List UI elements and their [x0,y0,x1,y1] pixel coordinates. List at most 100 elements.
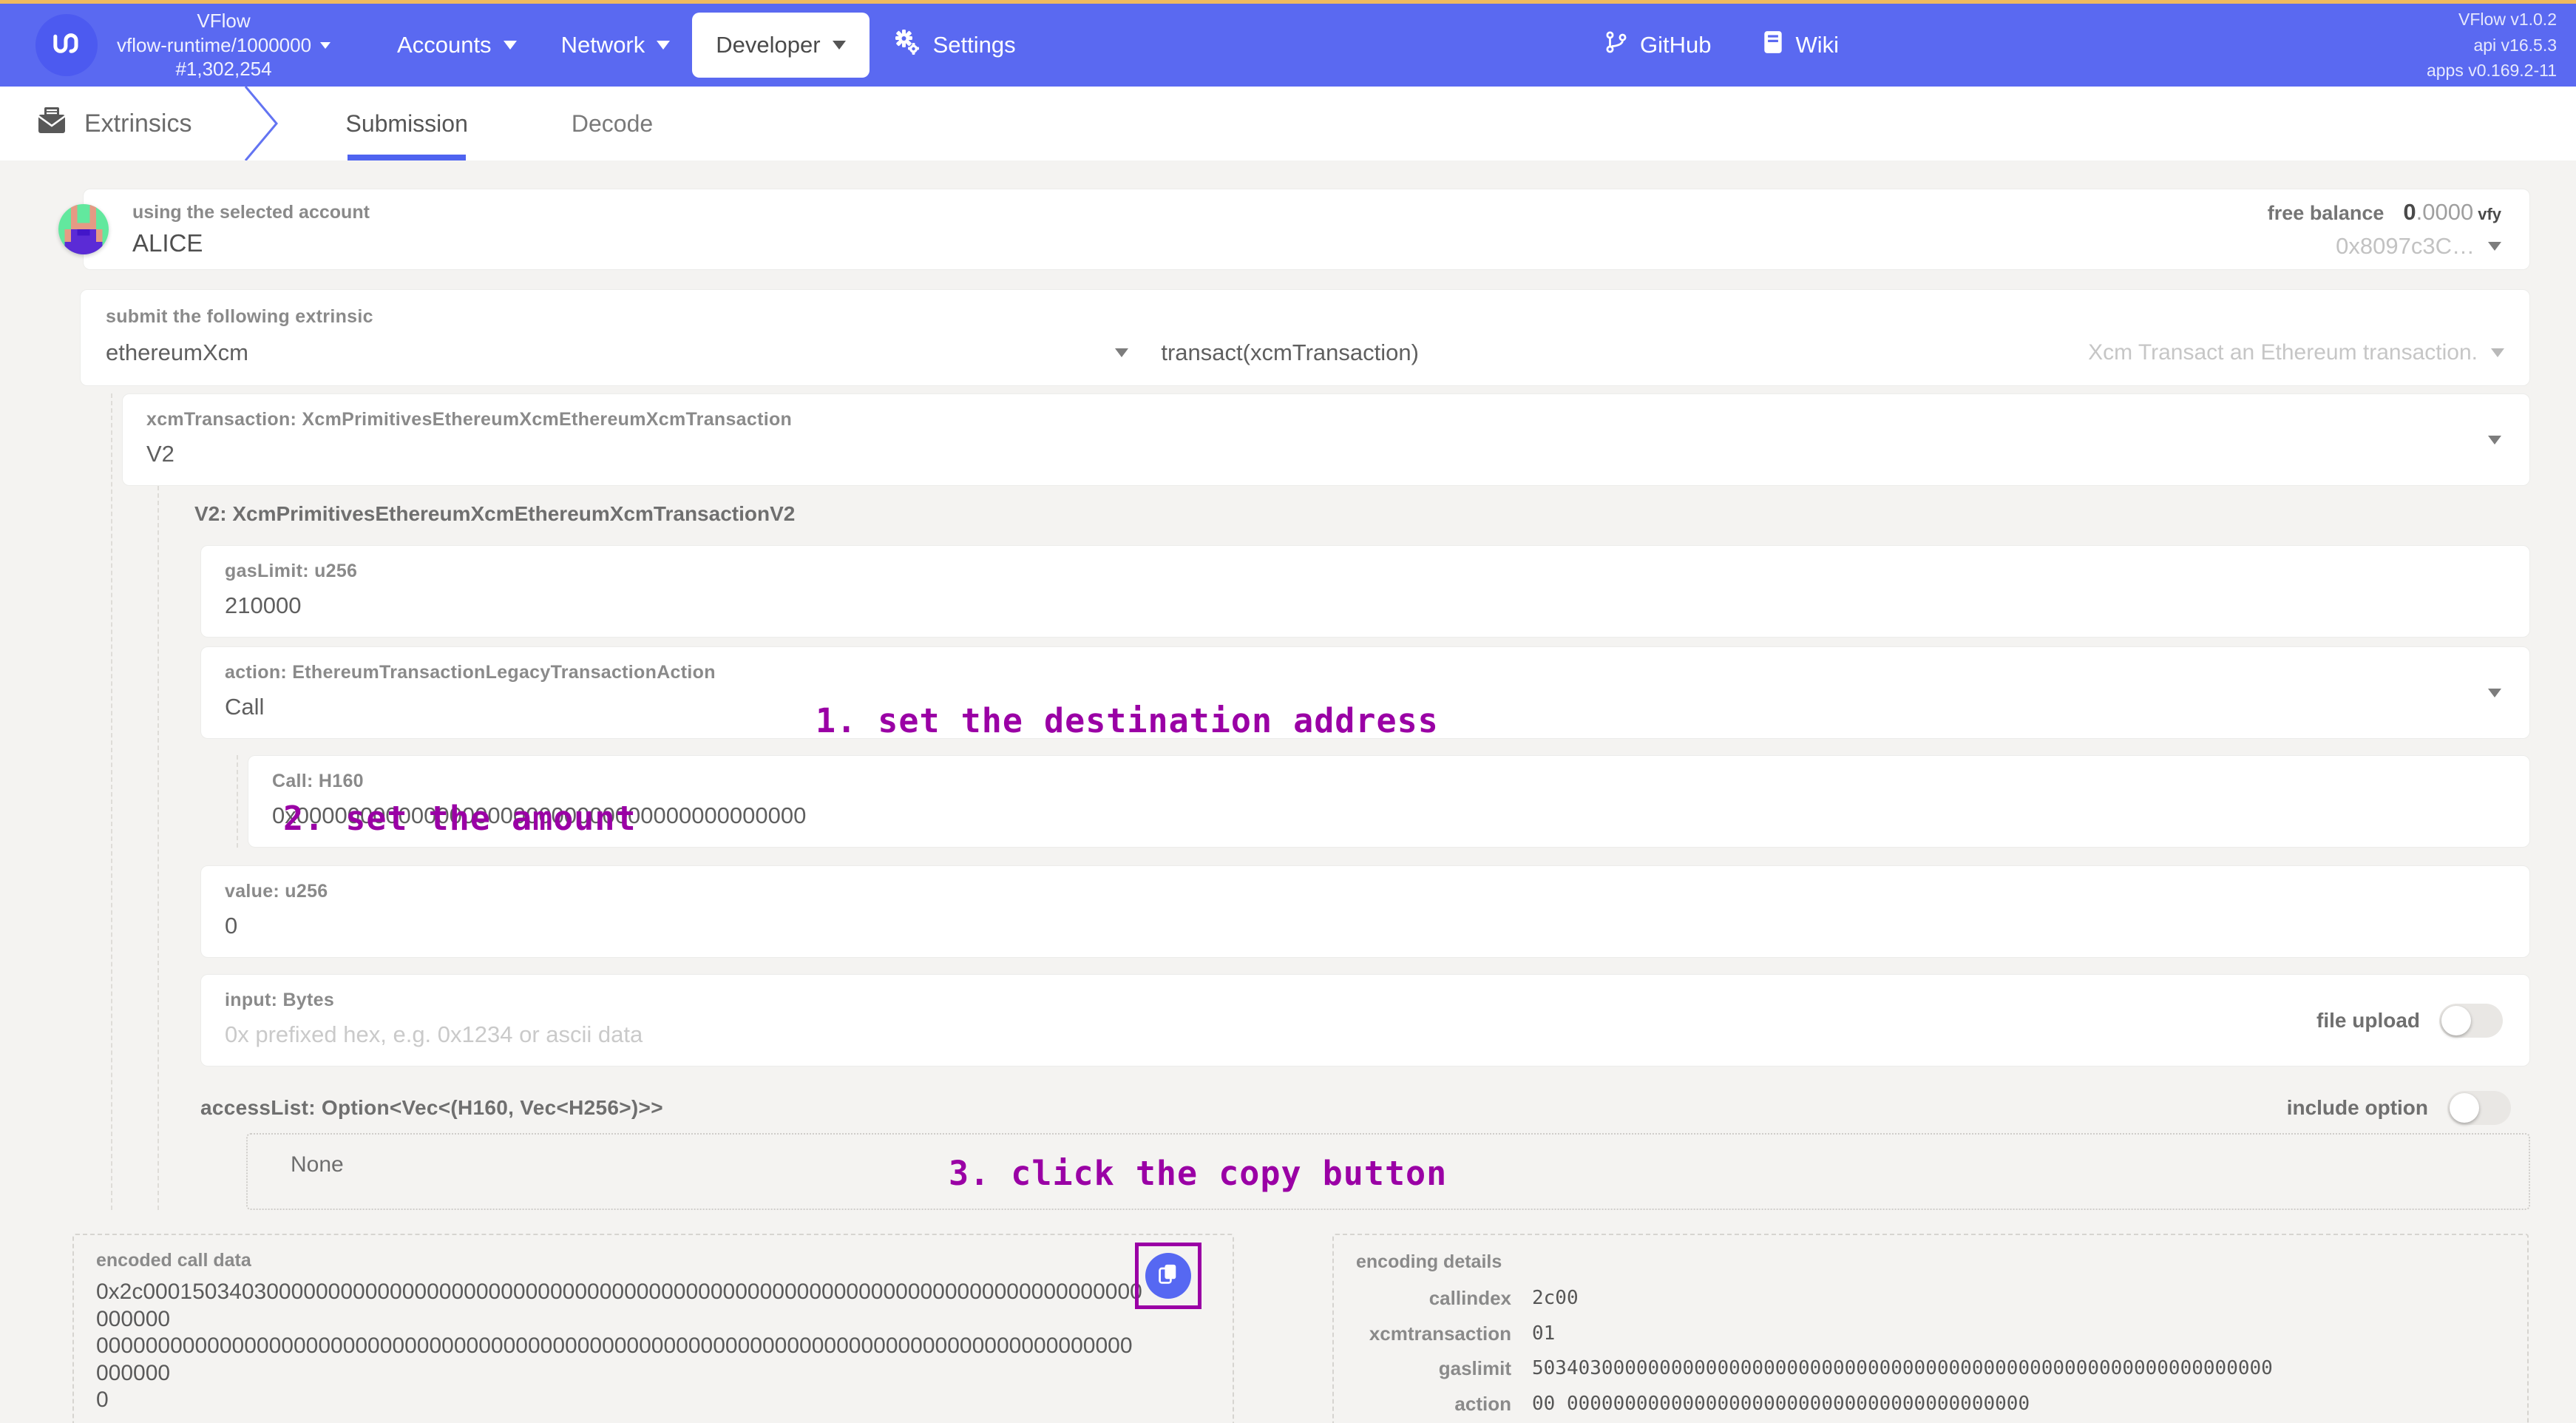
encoding-details-rows: callindex 2c00 xcmtransaction 01 gaslimi… [1356,1286,2505,1423]
main-nav: Accounts Network Developer [375,13,1038,78]
gas-limit-field[interactable]: gasLimit: u256 210000 [200,545,2530,638]
nav-network[interactable]: Network [539,17,693,73]
v2-section-header: V2: XcmPrimitivesEthereumXcmEthereumXcmT… [194,502,2530,526]
runtime-version: vflow-runtime/1000000 [117,33,311,58]
tab-decode-label: Decode [572,110,653,138]
encoding-details-title: encoding details [1356,1251,2505,1273]
section-title: Extrinsics [35,87,191,160]
nav-accounts-label: Accounts [397,32,492,58]
annotation-step3: 3. click the copy button [949,1154,1447,1193]
account-balance-block: free balance 0.0000vfy 0x8097c3C… [2268,199,2501,260]
call-hint: Xcm Transact an Ethereum transaction. [2088,340,2504,365]
account-info: using the selected account ALICE [132,202,370,257]
encoding-row-gaslimit: gaslimit 5034030000000000000000000000000… [1356,1356,2505,1381]
encoding-row-action: action 00 000000000000000000000000000000… [1356,1392,2505,1416]
account-name: ALICE [132,229,370,257]
book-icon [1763,30,1783,61]
chevron-down-icon [2488,689,2501,697]
value-value: 0 [225,913,2506,939]
row-label: gaslimit [1356,1356,1511,1381]
free-balance-value: 0.0000vfy [2403,199,2501,226]
account-address-dropdown[interactable]: 0x8097c3C… [2336,233,2501,260]
row-value: 01 [1532,1322,1555,1346]
encoded-call-data-line2: 0000000000000000000000000000000000000000… [96,1333,1144,1387]
input-bytes-field[interactable]: input: Bytes 0x prefixed hex, e.g. 0x123… [200,974,2530,1067]
xcm-transaction-label: xcmTransaction: XcmPrimitivesEthereumXcm… [146,409,2506,430]
submit-extrinsic-label: submit the following extrinsic [106,306,2504,328]
external-links: GitHub Wiki [1604,4,1839,87]
nav-settings-label: Settings [933,32,1016,58]
annotation-step1: 1. set the destination address [816,701,1439,740]
call-value: transact(xcmTransaction) [1161,339,1419,366]
xcm-transaction-select-card[interactable]: xcmTransaction: XcmPrimitivesEthereumXcm… [122,393,2530,486]
encoded-call-data-line3: 0 [96,1387,1144,1414]
extrinsics-envelope-icon [35,105,68,143]
toggle-knob [2441,1006,2471,1035]
api-version: api v16.5.3 [2473,33,2557,58]
wiki-link[interactable]: Wiki [1763,30,1839,61]
row-label: action [1356,1392,1511,1416]
chevron-down-icon [320,42,331,49]
account-address: 0x8097c3C… [2336,233,2475,260]
encoding-details-box: encoding details callindex 2c00 xcmtrans… [1332,1234,2529,1423]
nav-developer[interactable]: Developer [692,13,869,78]
section-title-label: Extrinsics [84,109,191,138]
encoded-call-data-box: encoded call data 0x2c000150340300000000… [72,1234,1234,1423]
input-bytes-label: input: Bytes [225,990,2506,1011]
chevron-down-icon [833,41,846,50]
chevron-down-icon [504,41,517,50]
chevron-down-icon [2488,436,2501,445]
tab-submission-label: Submission [345,110,467,138]
chain-info[interactable]: VFlow vflow-runtime/1000000 #1,302,254 [117,9,331,81]
gears-icon [892,28,921,62]
tab-bar: Extrinsics Submission Decode [0,87,2576,160]
copy-icon [1158,1263,1179,1290]
chevron-down-icon [2488,242,2501,251]
pallet-value: ethereumXcm [106,339,248,366]
chevron-down-icon [1115,348,1128,357]
include-option-label: include option [2287,1096,2428,1120]
chevron-separator-icon [243,87,279,160]
encoded-call-data-line1: 0x2c000150340300000000000000000000000000… [96,1279,1144,1333]
call-hint-text: Xcm Transact an Ethereum transaction. [2088,340,2478,365]
input-bytes-placeholder: 0x prefixed hex, e.g. 0x1234 or ascii da… [225,1021,2506,1048]
copy-call-data-button[interactable] [1145,1253,1191,1299]
row-value: 00 0000000000000000000000000000000000000… [1532,1392,2030,1416]
pallet-select[interactable]: ethereumXcm [106,339,1161,366]
chevron-down-icon [657,41,670,50]
row-label: callindex [1356,1286,1511,1311]
row-value: 2c00 [1532,1286,1579,1311]
app-logo[interactable] [35,14,98,76]
account-avatar[interactable] [58,204,109,254]
nav-network-label: Network [561,32,645,58]
free-balance-label: free balance [2268,202,2385,225]
nav-accounts[interactable]: Accounts [375,17,539,73]
github-link[interactable]: GitHub [1604,30,1711,61]
account-label: using the selected account [132,202,370,223]
file-upload-toggle[interactable] [2439,1004,2503,1038]
copy-button-highlight [1135,1243,1201,1309]
file-upload-label: file upload [2316,1009,2420,1032]
nav-developer-label: Developer [716,32,820,58]
xcm-transaction-value: V2 [146,441,2506,467]
encoding-row-callindex: callindex 2c00 [1356,1286,2505,1311]
chain-name: VFlow [197,9,250,33]
call-select[interactable]: transact(xcmTransaction) Xcm Transact an… [1161,339,2504,366]
tab-decode[interactable]: Decode [572,87,653,160]
encoded-left-column: encoded call data 0x2c000150340300000000… [72,1234,1234,1423]
app-header: VFlow vflow-runtime/1000000 #1,302,254 A… [0,4,2576,87]
apps-version: apps v0.169.2-11 [2427,58,2557,84]
app-version: VFlow v1.0.2 [2458,7,2557,33]
include-option-toggle[interactable] [2447,1091,2511,1125]
value-field[interactable]: value: u256 0 [200,865,2530,958]
extrinsic-select-card: submit the following extrinsic ethereumX… [80,289,2530,386]
tab-submission[interactable]: Submission [345,87,467,160]
git-branch-icon [1604,30,1628,61]
block-number: #1,302,254 [175,57,271,81]
nav-settings[interactable]: Settings [870,13,1038,77]
row-label: xcmtransaction [1356,1322,1511,1346]
encoded-zone: encoded call data 0x2c000150340300000000… [72,1234,2530,1423]
action-label: action: EthereumTransactionLegacyTransac… [225,662,2506,683]
access-list-label: accessList: Option<Vec<(H160, Vec<H256>)… [200,1096,663,1120]
call-address-label: Call: H160 [272,771,2506,792]
